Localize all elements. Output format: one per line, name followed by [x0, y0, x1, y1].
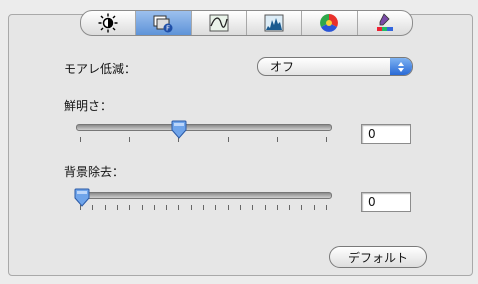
updown-arrow-icon	[390, 58, 412, 75]
slider-tick	[190, 205, 192, 210]
moire-value: オフ	[270, 60, 295, 74]
tab-histogram[interactable]	[247, 11, 303, 35]
tab-moire[interactable]: F	[136, 11, 192, 35]
tab-curve[interactable]	[192, 11, 247, 35]
tab-color[interactable]	[302, 11, 358, 35]
slider-tick	[129, 137, 131, 142]
slider-tick	[239, 205, 241, 210]
default-button[interactable]: デフォルト	[329, 246, 427, 268]
color-picker-icon	[376, 13, 393, 31]
background-input[interactable]: 0	[361, 192, 411, 212]
curve-icon	[209, 14, 229, 32]
slider-tick	[104, 205, 106, 210]
background-label: 背景除去：	[64, 165, 125, 179]
background-slider-thumb[interactable]	[74, 188, 90, 210]
slider-tick	[215, 205, 217, 210]
slider-tick	[289, 205, 291, 210]
slider-tick	[116, 205, 118, 210]
moire-label: モアレ低減：	[64, 62, 137, 76]
slider-tick	[326, 205, 327, 210]
slider-tick	[313, 205, 315, 210]
slider-tick	[276, 205, 278, 210]
tab-color-picker[interactable]	[358, 11, 412, 35]
tab-brightness[interactable]	[81, 11, 137, 35]
background-slider-track[interactable]	[76, 192, 332, 199]
tool-tabbar: F	[80, 10, 413, 36]
sharpness-slider-track[interactable]	[76, 124, 332, 131]
settings-panel	[8, 14, 473, 276]
slider-tick	[203, 205, 204, 210]
slider-tick	[227, 205, 229, 210]
moire-icon: F	[153, 15, 173, 33]
slider-tick	[92, 205, 94, 210]
color-wheel-icon	[320, 14, 339, 32]
slider-tick	[326, 137, 327, 142]
slider-tick	[264, 205, 266, 210]
slider-tick	[153, 205, 155, 210]
slider-tick	[80, 137, 81, 142]
slider-tick	[178, 205, 180, 210]
sharpness-slider-thumb[interactable]	[171, 120, 187, 142]
moire-select[interactable]: オフ	[257, 57, 413, 76]
slider-tick	[301, 205, 303, 210]
slider-tick	[227, 137, 229, 142]
brightness-icon	[98, 13, 118, 33]
sharpness-label: 鮮明さ：	[64, 99, 113, 113]
slider-tick	[129, 205, 131, 210]
slider-tick	[141, 205, 143, 210]
svg-text:F: F	[166, 25, 170, 33]
slider-tick	[252, 205, 254, 210]
histogram-icon	[264, 14, 284, 32]
sharpness-input[interactable]: 0	[361, 124, 411, 144]
slider-tick	[276, 137, 278, 142]
slider-tick	[166, 205, 168, 210]
